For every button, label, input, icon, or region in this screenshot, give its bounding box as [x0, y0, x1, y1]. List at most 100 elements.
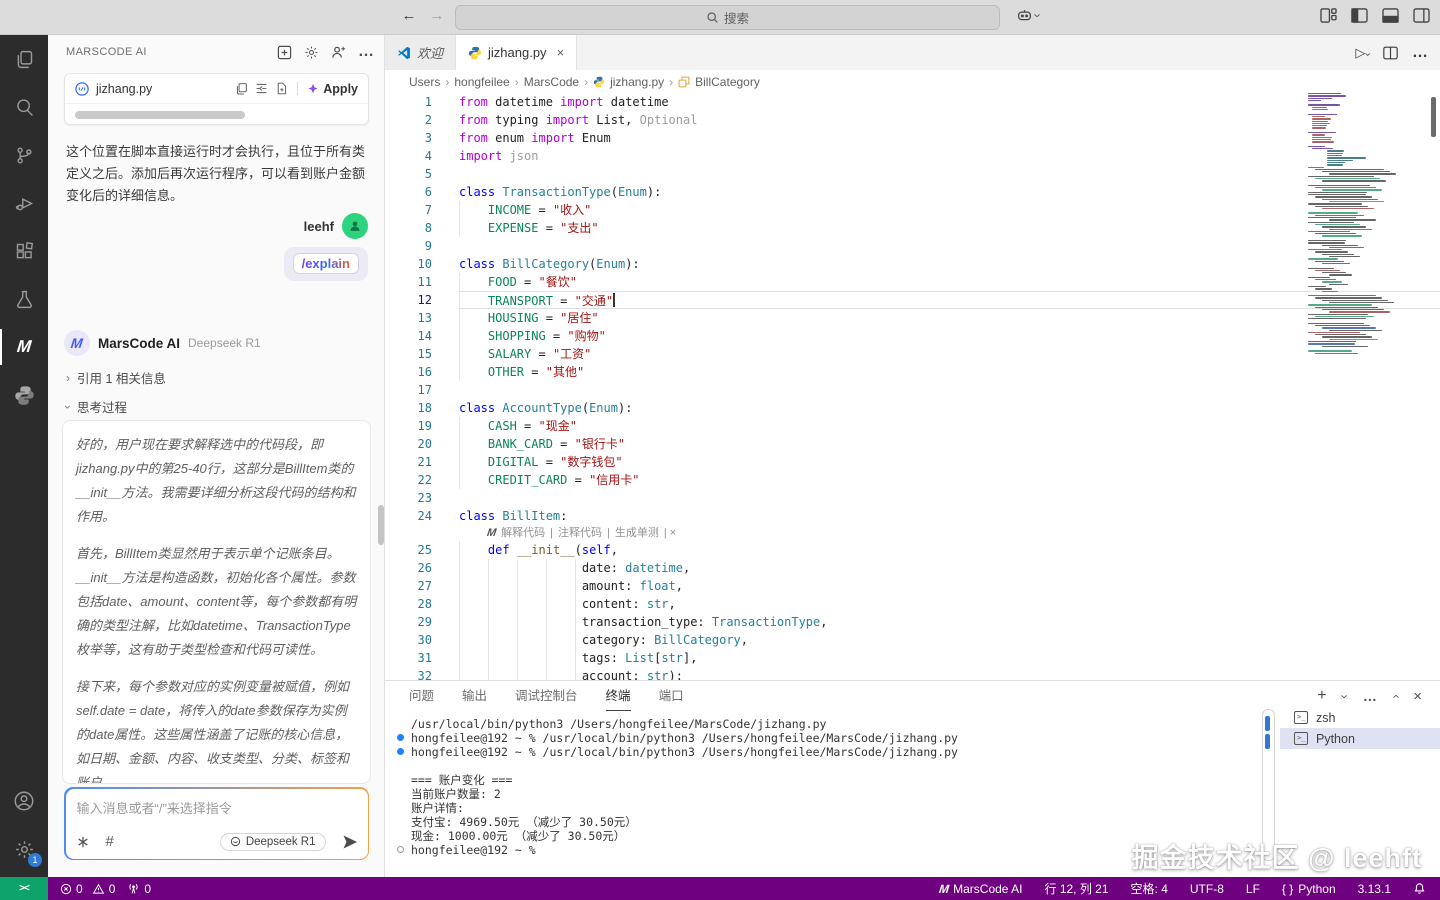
tab-ports[interactable]: 端口 — [659, 681, 684, 711]
python-extension-icon[interactable] — [0, 371, 48, 419]
copilot-button[interactable]: › — [1016, 8, 1040, 23]
commands-icon[interactable] — [76, 835, 90, 849]
code-line[interactable]: 12 TRANSPORT = "交通" — [385, 291, 1440, 309]
copy-code-icon[interactable] — [235, 82, 248, 95]
close-panel-icon[interactable]: × — [1413, 688, 1422, 705]
python-version[interactable]: 3.13.1 — [1358, 882, 1391, 896]
chat-settings-icon[interactable] — [304, 45, 319, 60]
split-editor-icon[interactable] — [1383, 46, 1398, 60]
minimap[interactable] — [1308, 93, 1425, 373]
code-line[interactable]: 1from datetime import datetime — [385, 93, 1440, 111]
run-debug-icon[interactable] — [0, 179, 48, 227]
code-line[interactable]: 10class BillCategory(Enum): — [385, 255, 1440, 273]
chat-input[interactable]: 输入消息或者“/”来选择指令 # Deepseek R1 — [66, 789, 368, 859]
line-number[interactable]: 10 — [385, 255, 432, 273]
bell-icon[interactable] — [1413, 882, 1426, 895]
line-number[interactable]: 15 — [385, 345, 432, 363]
code-line[interactable]: 7 INCOME = "收入" — [385, 201, 1440, 219]
code-line[interactable]: 15 SALARY = "工资" — [385, 345, 1440, 363]
search-input[interactable]: 搜索 — [455, 5, 1000, 30]
line-number[interactable]: 16 — [385, 363, 432, 381]
code-line[interactable]: 29 transaction_type: TransactionType, — [385, 613, 1440, 631]
code-line[interactable]: 27 amount: float, — [385, 577, 1440, 595]
problems-status[interactable]: 0 0 — [60, 882, 115, 896]
explorer-icon[interactable] — [0, 35, 48, 83]
code-line[interactable]: 9 — [385, 237, 1440, 255]
marscode-codelens[interactable]: M解释代码 | 注释代码 | 生成单测 | × — [385, 525, 1440, 541]
tab-terminal[interactable]: 终端 — [606, 681, 631, 711]
line-number[interactable]: 18 — [385, 399, 432, 417]
code-line[interactable]: 25 def __init__(self, — [385, 541, 1440, 559]
more-actions-icon[interactable]: … — [1363, 688, 1377, 704]
eol-sequence[interactable]: LF — [1246, 882, 1260, 896]
terminal-output[interactable]: /usr/local/bin/python3 /Users/hongfeilee… — [385, 712, 1245, 877]
code-line[interactable]: 16 OTHER = "其他" — [385, 363, 1440, 381]
line-number[interactable]: 20 — [385, 435, 432, 453]
code-line[interactable]: 30 category: BillCategory, — [385, 631, 1440, 649]
new-file-icon[interactable] — [275, 82, 288, 95]
apply-button[interactable]: Apply — [307, 82, 358, 96]
tab-problems[interactable]: 问题 — [409, 681, 434, 711]
code-line[interactable]: 22 CREDIT_CARD = "信用卡" — [385, 471, 1440, 489]
customize-layout-icon[interactable] — [1320, 8, 1337, 23]
encoding[interactable]: UTF-8 — [1190, 882, 1224, 896]
line-number[interactable]: 14 — [385, 327, 432, 345]
code-line[interactable]: 19 CASH = "现金" — [385, 417, 1440, 435]
line-number[interactable]: 3 — [385, 129, 432, 147]
line-number[interactable]: 17 — [385, 381, 432, 399]
testing-icon[interactable] — [0, 275, 48, 323]
settings-gear-icon[interactable]: 1 — [0, 825, 48, 873]
toggle-panel-icon[interactable] — [1382, 8, 1399, 23]
tab-output[interactable]: 输出 — [462, 681, 487, 711]
run-button[interactable]: ▷› — [1355, 45, 1369, 61]
line-number[interactable]: 13 — [385, 309, 432, 327]
line-number[interactable]: 27 — [385, 577, 432, 595]
sidebar-scrollbar[interactable] — [378, 505, 384, 545]
code-line[interactable]: 28 content: str, — [385, 595, 1440, 613]
breadcrumb-item[interactable]: hongfeilee — [454, 75, 509, 89]
language-mode[interactable]: { }Python — [1282, 882, 1336, 896]
line-number[interactable]: 31 — [385, 649, 432, 667]
new-terminal-icon[interactable]: + — [1317, 687, 1326, 705]
line-number[interactable]: 5 — [385, 165, 432, 183]
breadcrumb-item[interactable]: jizhang.py — [610, 75, 664, 89]
terminal-item-zsh[interactable]: >_ zsh — [1280, 707, 1440, 728]
insert-code-icon[interactable] — [255, 82, 268, 95]
indentation[interactable]: 空格: 4 — [1131, 880, 1168, 897]
search-sidebar-icon[interactable] — [0, 83, 48, 131]
explain-command-chip[interactable]: /explain — [293, 253, 359, 274]
line-number[interactable]: 32 — [385, 667, 432, 680]
more-actions-icon[interactable]: … — [1412, 44, 1428, 62]
toggle-sidebar-right-icon[interactable] — [1413, 8, 1430, 23]
codelens-action[interactable]: 生成单测 — [615, 525, 659, 541]
breadcrumb-item[interactable]: Users — [409, 75, 440, 89]
code-line[interactable]: 32 account: str): — [385, 667, 1440, 680]
line-number[interactable]: 28 — [385, 595, 432, 613]
source-control-icon[interactable] — [0, 131, 48, 179]
tab-jizhang-py[interactable]: jizhang.py × — [456, 35, 577, 70]
close-icon[interactable]: × — [557, 45, 565, 60]
code-line[interactable]: 4import json — [385, 147, 1440, 165]
tab-welcome[interactable]: 欢迎 — [385, 35, 456, 70]
context-hash-icon[interactable]: # — [106, 833, 114, 850]
line-number[interactable]: 11 — [385, 273, 432, 291]
code-line[interactable]: 17 — [385, 381, 1440, 399]
code-line[interactable]: 5 — [385, 165, 1440, 183]
remote-indicator[interactable]: >< — [0, 877, 48, 900]
line-number[interactable]: 23 — [385, 489, 432, 507]
marscode-ai-icon[interactable]: M — [0, 323, 48, 371]
line-number[interactable]: 6 — [385, 183, 432, 201]
code-line[interactable]: 18class AccountType(Enum): — [385, 399, 1440, 417]
code-line[interactable]: 21 DIGITAL = "数字钱包" — [385, 453, 1440, 471]
code-editor[interactable]: 1from datetime import datetime2from typi… — [385, 93, 1440, 680]
line-number[interactable]: 24 — [385, 507, 432, 525]
line-number[interactable]: 30 — [385, 631, 432, 649]
code-line[interactable]: 20 BANK_CARD = "银行卡" — [385, 435, 1440, 453]
thinking-toggle[interactable]: › 思考过程 — [66, 397, 127, 416]
account-icon[interactable] — [0, 777, 48, 825]
marscode-status[interactable]: MMarsCode AI — [939, 882, 1022, 896]
code-line[interactable]: 14 SHOPPING = "购物" — [385, 327, 1440, 345]
breadcrumb-item[interactable]: BillCategory — [695, 75, 760, 89]
more-actions-icon[interactable]: … — [358, 43, 374, 61]
profile-icon[interactable] — [331, 45, 346, 60]
